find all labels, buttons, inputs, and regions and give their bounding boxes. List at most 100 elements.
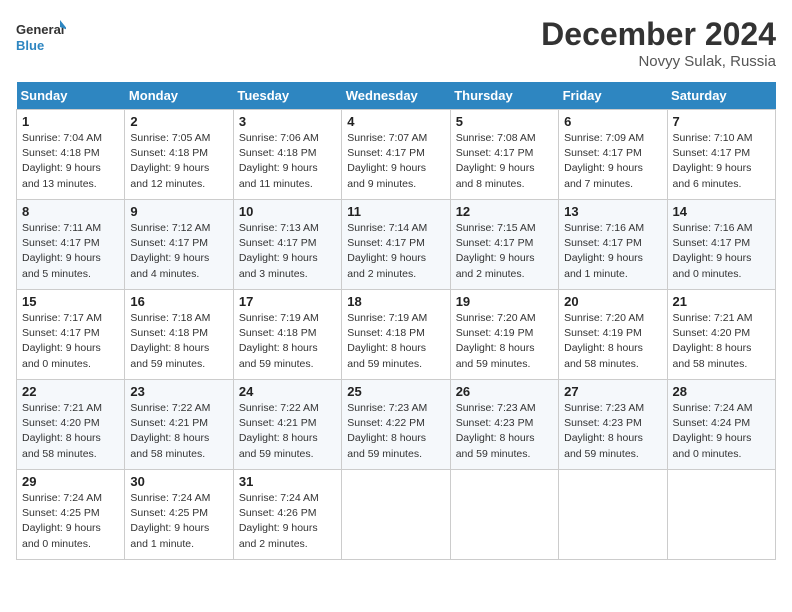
calendar-cell: 24 Sunrise: 7:22 AMSunset: 4:21 PMDayligh… [233, 380, 341, 470]
day-info: Sunrise: 7:07 AMSunset: 4:17 PMDaylight:… [347, 131, 444, 192]
day-info: Sunrise: 7:21 AMSunset: 4:20 PMDaylight:… [673, 311, 770, 372]
col-header-sunday: Sunday [17, 82, 125, 110]
calendar-cell: 9 Sunrise: 7:12 AMSunset: 4:17 PMDaylight… [125, 200, 233, 290]
col-header-monday: Monday [125, 82, 233, 110]
col-header-saturday: Saturday [667, 82, 775, 110]
calendar-header-row: SundayMondayTuesdayWednesdayThursdayFrid… [17, 82, 776, 110]
day-info: Sunrise: 7:04 AMSunset: 4:18 PMDaylight:… [22, 131, 119, 192]
logo: General Blue [16, 16, 66, 56]
day-number: 10 [239, 204, 336, 219]
calendar-cell: 22 Sunrise: 7:21 AMSunset: 4:20 PMDayligh… [17, 380, 125, 470]
svg-text:Blue: Blue [16, 38, 44, 53]
day-info: Sunrise: 7:12 AMSunset: 4:17 PMDaylight:… [130, 221, 227, 282]
calendar-cell: 12 Sunrise: 7:15 AMSunset: 4:17 PMDayligh… [450, 200, 558, 290]
calendar-cell: 27 Sunrise: 7:23 AMSunset: 4:23 PMDayligh… [559, 380, 667, 470]
day-info: Sunrise: 7:08 AMSunset: 4:17 PMDaylight:… [456, 131, 553, 192]
calendar-cell: 7 Sunrise: 7:10 AMSunset: 4:17 PMDaylight… [667, 110, 775, 200]
day-info: Sunrise: 7:10 AMSunset: 4:17 PMDaylight:… [673, 131, 770, 192]
day-number: 3 [239, 114, 336, 129]
day-info: Sunrise: 7:19 AMSunset: 4:18 PMDaylight:… [239, 311, 336, 372]
day-number: 29 [22, 474, 119, 489]
day-number: 16 [130, 294, 227, 309]
calendar-cell: 13Sunrise: 7:16 AMSunset: 4:17 PMDayligh… [559, 200, 667, 290]
day-number: 21 [673, 294, 770, 309]
day-number: 23 [130, 384, 227, 399]
calendar-cell [450, 470, 558, 560]
day-number: 26 [456, 384, 553, 399]
day-number: 2 [130, 114, 227, 129]
calendar-cell: 17 Sunrise: 7:19 AMSunset: 4:18 PMDayligh… [233, 290, 341, 380]
day-info: Sunrise: 7:21 AMSunset: 4:20 PMDaylight:… [22, 401, 119, 462]
calendar-cell: 2 Sunrise: 7:05 AMSunset: 4:18 PMDaylight… [125, 110, 233, 200]
calendar-cell: 20Sunrise: 7:20 AMSunset: 4:19 PMDayligh… [559, 290, 667, 380]
day-info: Sunrise: 7:14 AMSunset: 4:17 PMDaylight:… [347, 221, 444, 282]
col-header-friday: Friday [559, 82, 667, 110]
day-number: 30 [130, 474, 227, 489]
calendar-cell: 30Sunrise: 7:24 AMSunset: 4:25 PMDayligh… [125, 470, 233, 560]
calendar-cell: 4 Sunrise: 7:07 AMSunset: 4:17 PMDaylight… [342, 110, 450, 200]
day-info: Sunrise: 7:23 AMSunset: 4:23 PMDaylight:… [456, 401, 553, 462]
day-number: 22 [22, 384, 119, 399]
day-info: Sunrise: 7:06 AMSunset: 4:18 PMDaylight:… [239, 131, 336, 192]
day-info: Sunrise: 7:23 AMSunset: 4:23 PMDaylight:… [564, 401, 661, 462]
day-info: Sunrise: 7:24 AMSunset: 4:24 PMDaylight:… [673, 401, 770, 462]
day-number: 27 [564, 384, 661, 399]
col-header-wednesday: Wednesday [342, 82, 450, 110]
title-area: December 2024 Novyy Sulak, Russia [541, 16, 776, 70]
day-number: 17 [239, 294, 336, 309]
day-number: 9 [130, 204, 227, 219]
calendar-cell: 11Sunrise: 7:14 AMSunset: 4:17 PMDayligh… [342, 200, 450, 290]
day-number: 8 [22, 204, 119, 219]
month-title: December 2024 [541, 16, 776, 53]
calendar-week-2: 8Sunrise: 7:11 AMSunset: 4:17 PMDaylight… [17, 200, 776, 290]
day-number: 28 [673, 384, 770, 399]
calendar-cell [667, 470, 775, 560]
calendar-cell [559, 470, 667, 560]
day-number: 14 [673, 204, 770, 219]
calendar-cell: 1 Sunrise: 7:04 AMSunset: 4:18 PMDaylight… [17, 110, 125, 200]
calendar-cell: 19 Sunrise: 7:20 AMSunset: 4:19 PMDayligh… [450, 290, 558, 380]
day-info: Sunrise: 7:17 AMSunset: 4:17 PMDaylight:… [22, 311, 119, 372]
day-number: 31 [239, 474, 336, 489]
day-number: 24 [239, 384, 336, 399]
day-info: Sunrise: 7:22 AMSunset: 4:21 PMDaylight:… [239, 401, 336, 462]
day-number: 12 [456, 204, 553, 219]
col-header-thursday: Thursday [450, 82, 558, 110]
day-info: Sunrise: 7:05 AMSunset: 4:18 PMDaylight:… [130, 131, 227, 192]
day-info: Sunrise: 7:13 AMSunset: 4:17 PMDaylight:… [239, 221, 336, 282]
day-info: Sunrise: 7:16 AMSunset: 4:17 PMDaylight:… [673, 221, 770, 282]
day-number: 7 [673, 114, 770, 129]
day-number: 6 [564, 114, 661, 129]
page-header: General Blue December 2024 Novyy Sulak, … [16, 16, 776, 70]
calendar-cell: 6 Sunrise: 7:09 AMSunset: 4:17 PMDaylight… [559, 110, 667, 200]
day-number: 19 [456, 294, 553, 309]
day-number: 15 [22, 294, 119, 309]
day-number: 4 [347, 114, 444, 129]
calendar-cell: 28 Sunrise: 7:24 AMSunset: 4:24 PMDayligh… [667, 380, 775, 470]
day-number: 18 [347, 294, 444, 309]
calendar-cell: 8Sunrise: 7:11 AMSunset: 4:17 PMDaylight… [17, 200, 125, 290]
day-info: Sunrise: 7:20 AMSunset: 4:19 PMDaylight:… [456, 311, 553, 372]
calendar-cell: 3 Sunrise: 7:06 AMSunset: 4:18 PMDaylight… [233, 110, 341, 200]
calendar-cell: 10 Sunrise: 7:13 AMSunset: 4:17 PMDayligh… [233, 200, 341, 290]
day-number: 13 [564, 204, 661, 219]
calendar-cell: 16 Sunrise: 7:18 AMSunset: 4:18 PMDayligh… [125, 290, 233, 380]
calendar-week-1: 1 Sunrise: 7:04 AMSunset: 4:18 PMDaylight… [17, 110, 776, 200]
calendar-cell: 5 Sunrise: 7:08 AMSunset: 4:17 PMDaylight… [450, 110, 558, 200]
calendar-cell: 21 Sunrise: 7:21 AMSunset: 4:20 PMDayligh… [667, 290, 775, 380]
col-header-tuesday: Tuesday [233, 82, 341, 110]
calendar-table: SundayMondayTuesdayWednesdayThursdayFrid… [16, 82, 776, 560]
calendar-cell [342, 470, 450, 560]
day-number: 1 [22, 114, 119, 129]
day-info: Sunrise: 7:15 AMSunset: 4:17 PMDaylight:… [456, 221, 553, 282]
day-number: 5 [456, 114, 553, 129]
day-info: Sunrise: 7:24 AMSunset: 4:26 PMDaylight:… [239, 491, 336, 552]
day-info: Sunrise: 7:09 AMSunset: 4:17 PMDaylight:… [564, 131, 661, 192]
day-info: Sunrise: 7:19 AMSunset: 4:18 PMDaylight:… [347, 311, 444, 372]
day-info: Sunrise: 7:18 AMSunset: 4:18 PMDaylight:… [130, 311, 227, 372]
day-info: Sunrise: 7:23 AMSunset: 4:22 PMDaylight:… [347, 401, 444, 462]
calendar-cell: 23Sunrise: 7:22 AMSunset: 4:21 PMDayligh… [125, 380, 233, 470]
calendar-cell: 14 Sunrise: 7:16 AMSunset: 4:17 PMDayligh… [667, 200, 775, 290]
calendar-cell: 31 Sunrise: 7:24 AMSunset: 4:26 PMDayligh… [233, 470, 341, 560]
day-info: Sunrise: 7:24 AMSunset: 4:25 PMDaylight:… [22, 491, 119, 552]
